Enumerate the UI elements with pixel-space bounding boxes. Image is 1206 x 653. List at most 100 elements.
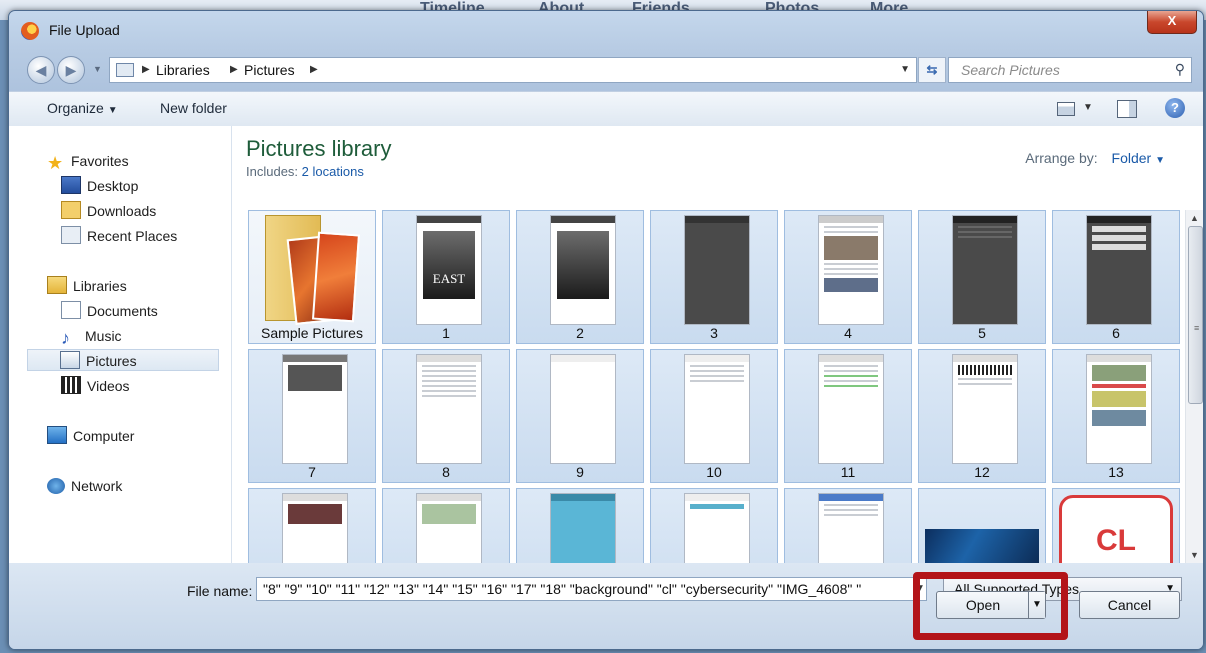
includes-label: Includes: <box>246 164 299 179</box>
organize-label: Organize <box>47 100 104 116</box>
file-tile[interactable]: 2 <box>516 210 644 344</box>
recent-locations-dropdown[interactable]: ▼ <box>93 64 102 74</box>
address-dropdown-icon[interactable]: ▼ <box>900 64 910 75</box>
new-folder-button[interactable]: New folder <box>160 100 227 116</box>
forward-button[interactable]: ▶ <box>57 56 85 84</box>
image-thumbnail <box>925 529 1039 563</box>
nav-videos[interactable]: Videos <box>61 375 130 397</box>
organize-button[interactable]: Organize ▼ <box>47 100 118 116</box>
file-tile[interactable] <box>784 488 912 563</box>
nav-libraries[interactable]: Libraries <box>47 275 127 297</box>
file-tile[interactable]: 10 <box>650 349 778 483</box>
file-name-input[interactable] <box>256 577 927 601</box>
computer-icon <box>47 426 67 444</box>
refresh-button[interactable]: ⇆ <box>918 57 946 83</box>
nav-videos-label: Videos <box>87 378 130 394</box>
nav-downloads[interactable]: Downloads <box>61 200 156 222</box>
nav-favorites-label: Favorites <box>71 153 129 169</box>
address-bar[interactable]: ▶ Libraries ▶ Pictures ▶ ▼ <box>109 57 917 83</box>
scroll-down-icon[interactable]: ▼ <box>1186 547 1203 563</box>
search-input[interactable] <box>959 61 1163 79</box>
file-name: Sample Pictures <box>261 325 363 341</box>
folder-icon <box>116 63 134 77</box>
file-name-label: File name: <box>187 583 253 599</box>
nav-network[interactable]: Network <box>47 475 122 497</box>
image-thumbnail <box>416 354 482 464</box>
file-tile[interactable]: 8 <box>382 349 510 483</box>
breadcrumb-libraries[interactable]: Libraries <box>156 62 210 78</box>
file-name: 12 <box>974 464 990 480</box>
file-tile[interactable]: 4 <box>784 210 912 344</box>
breadcrumb-pictures[interactable]: Pictures <box>244 62 295 78</box>
file-tile[interactable]: 3 <box>650 210 778 344</box>
search-box[interactable]: ⚲ <box>948 57 1192 83</box>
title-bar[interactable]: File Upload X <box>9 11 1203 51</box>
nav-pictures-label: Pictures <box>86 353 137 369</box>
address-row: ◀ ▶ ▼ ▶ Libraries ▶ Pictures ▶ ▼ ⇆ ⚲ <box>9 51 1203 87</box>
scrollbar-thumb[interactable]: ≡ <box>1188 226 1203 404</box>
breadcrumb-separator-icon[interactable]: ▶ <box>230 64 238 75</box>
thumbnail-grid: Sample Pictures EAST 1 2 3 4 5 6 7 8 9 1… <box>248 210 1186 563</box>
close-button[interactable]: X <box>1147 11 1197 34</box>
breadcrumb-separator-icon[interactable]: ▶ <box>142 64 150 75</box>
nav-computer-label: Computer <box>73 428 135 444</box>
forward-arrow-icon: ▶ <box>65 62 77 78</box>
file-tile[interactable]: 13 <box>1052 349 1180 483</box>
view-options-dropdown-icon[interactable]: ▼ <box>1083 102 1093 113</box>
star-icon: ★ <box>47 153 64 173</box>
nav-favorites[interactable]: ★ Favorites <box>47 150 129 172</box>
back-button[interactable]: ◀ <box>27 56 55 84</box>
file-tile[interactable] <box>248 488 376 563</box>
preview-pane-icon[interactable] <box>1117 100 1137 118</box>
file-name: 9 <box>576 464 584 480</box>
library-title: Pictures library <box>246 136 392 161</box>
file-tile[interactable]: EAST 1 <box>382 210 510 344</box>
search-icon[interactable]: ⚲ <box>1175 61 1185 78</box>
file-tile[interactable]: 7 <box>248 349 376 483</box>
cancel-button[interactable]: Cancel <box>1079 591 1180 619</box>
file-tile[interactable] <box>516 488 644 563</box>
downloads-icon <box>61 201 81 219</box>
file-tile[interactable]: CL <box>1052 488 1180 563</box>
file-tile[interactable]: 12 <box>918 349 1046 483</box>
refresh-icon: ⇆ <box>926 62 938 77</box>
breadcrumb-separator-icon[interactable]: ▶ <box>310 64 318 75</box>
nav-recent-places[interactable]: Recent Places <box>61 225 177 247</box>
image-thumbnail <box>282 493 348 563</box>
file-upload-dialog: File Upload X ◀ ▶ ▼ ▶ Libraries ▶ Pictur… <box>8 10 1204 650</box>
file-tile[interactable] <box>382 488 510 563</box>
help-icon[interactable]: ? <box>1165 98 1185 118</box>
file-tile[interactable]: 5 <box>918 210 1046 344</box>
nav-music[interactable]: ♪ Music <box>61 325 122 347</box>
file-name: 6 <box>1112 325 1120 341</box>
scroll-up-icon[interactable]: ▲ <box>1186 210 1203 226</box>
recent-places-icon <box>61 226 81 244</box>
nav-documents-label: Documents <box>87 303 158 319</box>
documents-icon <box>61 301 81 319</box>
vertical-scrollbar[interactable]: ▲ ≡ ▼ <box>1185 210 1203 563</box>
nav-recent-places-label: Recent Places <box>87 228 178 244</box>
libraries-icon <box>47 276 67 294</box>
file-tile[interactable]: Sample Pictures <box>248 210 376 344</box>
nav-documents[interactable]: Documents <box>61 300 158 322</box>
music-icon: ♪ <box>61 328 70 348</box>
file-tile[interactable]: 11 <box>784 349 912 483</box>
chevron-down-icon[interactable]: ▼ <box>1155 155 1165 166</box>
file-tile[interactable]: 6 <box>1052 210 1180 344</box>
open-button[interactable]: Open ▼ <box>936 591 1046 619</box>
nav-pictures[interactable]: Pictures <box>27 349 219 371</box>
file-tile[interactable]: 9 <box>516 349 644 483</box>
locations-link[interactable]: 2 locations <box>302 164 364 179</box>
nav-network-label: Network <box>71 478 123 494</box>
book-cover-text: EAST <box>423 231 475 299</box>
nav-desktop[interactable]: Desktop <box>61 175 138 197</box>
arrange-by-dropdown[interactable]: Folder <box>1112 150 1152 166</box>
nav-downloads-label: Downloads <box>87 203 157 219</box>
file-tile[interactable] <box>650 488 778 563</box>
nav-computer[interactable]: Computer <box>47 425 134 447</box>
nav-music-label: Music <box>85 328 122 344</box>
open-options-dropdown-icon[interactable]: ▼ <box>1028 592 1045 618</box>
image-thumbnail <box>550 493 616 563</box>
file-tile[interactable] <box>918 488 1046 563</box>
change-view-icon[interactable] <box>1057 102 1075 116</box>
